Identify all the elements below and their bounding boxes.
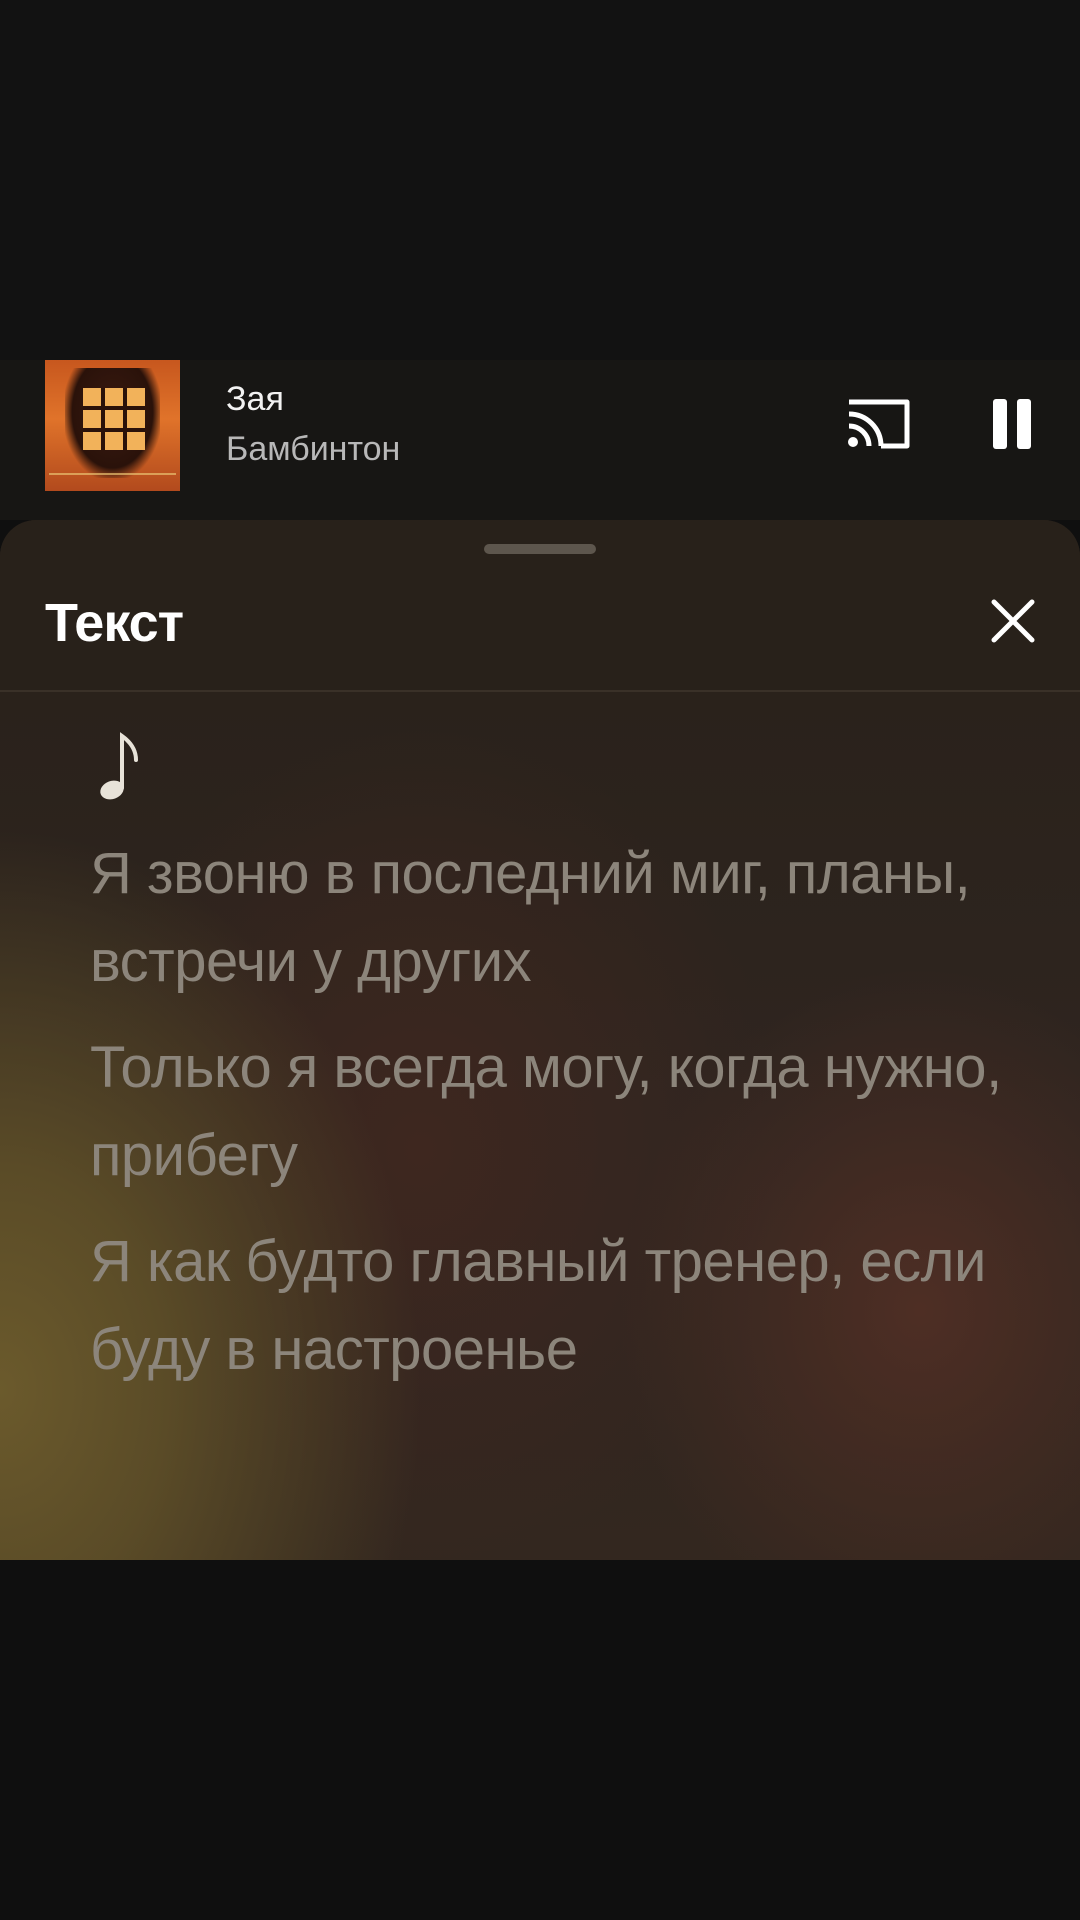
album-art[interactable] [45, 360, 180, 491]
track-title[interactable]: Зая [226, 380, 284, 419]
album-art-window [83, 388, 145, 450]
lyrics-sheet-header: Текст [0, 520, 1080, 692]
close-icon [991, 599, 1035, 643]
lyrics-area[interactable]: Я звоню в последний миг, планы, встречи … [0, 690, 1080, 1560]
close-button[interactable] [984, 592, 1042, 650]
lyric-line[interactable]: Только я всегда могу, когда нужно, прибе… [90, 1024, 1010, 1200]
pause-button[interactable] [980, 392, 1044, 456]
mini-player[interactable]: Зая Бамбинтон [0, 360, 1080, 520]
album-art-caption [49, 473, 176, 487]
lyric-line[interactable]: Я звоню в последний миг, планы, встречи … [90, 830, 1010, 1006]
sheet-title: Текст [45, 593, 184, 653]
music-note-icon [100, 732, 138, 800]
cast-button[interactable] [838, 392, 918, 456]
track-artist[interactable]: Бамбинтон [226, 430, 400, 469]
cast-icon [848, 399, 910, 449]
pause-icon-bar [1017, 399, 1031, 449]
lyric-line[interactable]: Я как будто главный тренер, если буду в … [90, 1218, 1010, 1394]
bottom-area [0, 1560, 1080, 1920]
drag-handle[interactable] [484, 544, 596, 554]
lyrics-sheet: Текст Я звоню в последний миг, планы, вс… [0, 520, 1080, 1560]
pause-icon [993, 399, 1007, 449]
status-area [0, 0, 1080, 360]
lyrics-text: Я звоню в последний миг, планы, встречи … [90, 830, 1010, 1412]
screen: Зая Бамбинтон Текст Я звоню в последний … [0, 0, 1080, 1920]
